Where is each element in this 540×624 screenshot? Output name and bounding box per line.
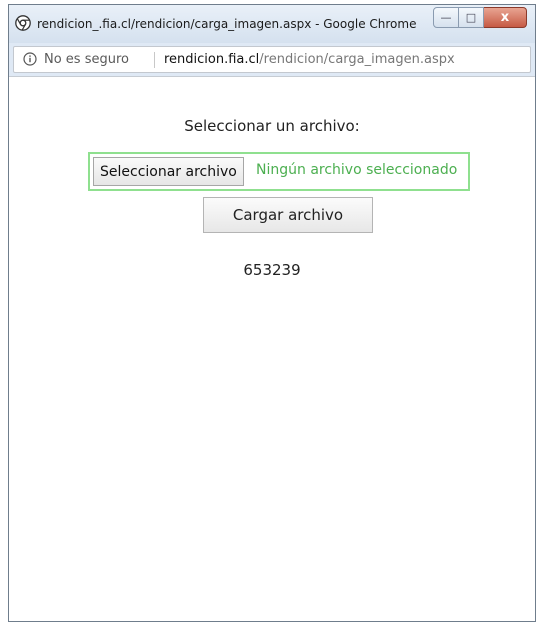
- minimize-button[interactable]: —: [433, 7, 459, 28]
- select-file-label: Seleccionar un archivo:: [184, 117, 360, 135]
- url-path: /rendicion/carga_imagen.aspx: [259, 52, 455, 67]
- file-input[interactable]: Seleccionar archivo Ningún archivo selec…: [88, 152, 470, 191]
- close-button[interactable]: x: [484, 7, 527, 28]
- info-icon[interactable]: [23, 52, 37, 66]
- omnibox-separator: [154, 52, 155, 68]
- address-bar: No es seguro rendicion.fia.cl/rendicion/…: [9, 43, 535, 76]
- url-host: rendicion.fia.cl: [164, 52, 260, 67]
- window-controls: — □ x: [433, 7, 527, 28]
- reference-code: 653239: [243, 261, 301, 279]
- browser-window: rendicion_.fia.cl/rendicion/carga_imagen…: [8, 4, 536, 622]
- chrome-logo-icon: [15, 15, 31, 31]
- minimize-icon: —: [440, 11, 452, 24]
- file-status: Ningún archivo seleccionado: [256, 162, 458, 178]
- page-viewport: Seleccionar un archivo: Seleccionar arch…: [9, 76, 535, 621]
- select-file-button[interactable]: Seleccionar archivo: [93, 157, 244, 186]
- omnibox[interactable]: No es seguro rendicion.fia.cl/rendicion/…: [13, 46, 531, 73]
- maximize-icon: □: [465, 11, 477, 24]
- close-icon: x: [500, 10, 510, 25]
- url-text[interactable]: rendicion.fia.cl/rendicion/carga_imagen.…: [164, 52, 455, 67]
- security-label[interactable]: No es seguro: [44, 52, 129, 67]
- title-bar[interactable]: rendicion_.fia.cl/rendicion/carga_imagen…: [9, 5, 535, 43]
- upload-button[interactable]: Cargar archivo: [203, 197, 373, 233]
- maximize-button[interactable]: □: [459, 7, 484, 28]
- window-title: rendicion_.fia.cl/rendicion/carga_imagen…: [37, 17, 417, 31]
